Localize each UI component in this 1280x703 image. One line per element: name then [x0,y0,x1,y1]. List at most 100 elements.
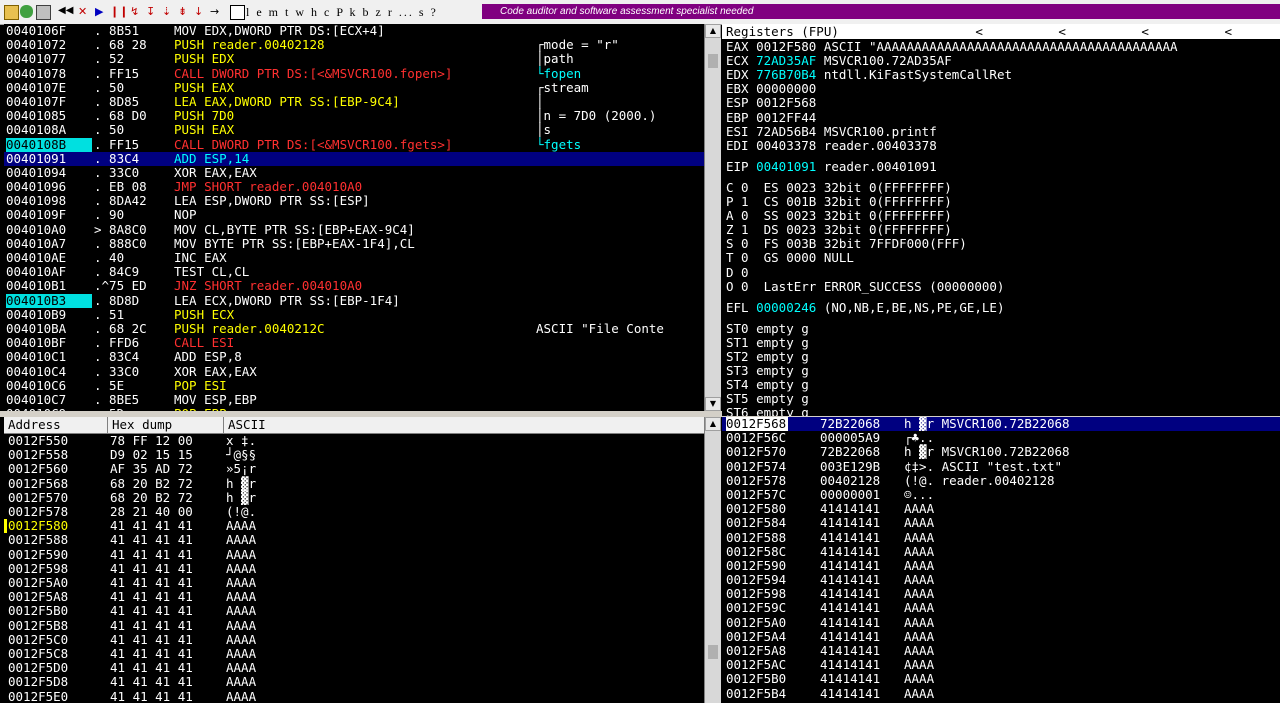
dump-ascii[interactable]: AAAA [226,547,256,562]
dump-address[interactable]: 0012F5D0 [8,660,68,675]
dump-address[interactable]: 0012F5A0 [8,575,68,590]
register-line[interactable]: EFL 00000246 (NO,NB,E,BE,NS,PE,GE,LE) [726,300,1004,315]
stack-row[interactable]: 0012F58C 41414141 AAAA [722,544,1280,559]
dump-ascii[interactable]: x ‡. [226,433,256,448]
dump-ascii[interactable]: (!@. [226,504,256,519]
stack-row[interactable]: 0012F574 003E129B ¢‡>. ASCII "test.txt" [722,459,1280,474]
dump-ascii[interactable]: AAAA [226,675,256,689]
dump-ascii[interactable]: AAAA [226,533,256,547]
dump-address[interactable]: 0012F578 [8,504,68,519]
execute-till-return-icon[interactable]: ↓ [194,5,207,18]
dump-ascii[interactable]: AAAA [226,604,256,618]
register-line[interactable]: ST5 empty g [726,392,809,406]
stack-row[interactable]: 0012F598 41414141 AAAA [722,587,1280,601]
register-line[interactable]: ST6 empty g [726,406,809,416]
disasm-row[interactable]: 004010B1 .^75 ED JNZ SHORT reader.004010A0 [4,279,704,293]
disasm-row[interactable]: 004010C6 . 5E POP ESI [4,378,704,393]
dump-address[interactable]: 0012F5A8 [8,589,68,604]
window-shortcut-letters[interactable]: l e m t w h c P k b z r ... s ? [246,5,438,20]
open-folder-icon[interactable] [4,5,19,20]
dump-hex[interactable]: 41 41 41 41 [110,646,193,661]
dump-address[interactable]: 0012F5D8 [8,675,68,689]
stack-row[interactable]: 0012F594 41414141 AAAA [722,572,1280,587]
disasm-row[interactable]: 0040107F . 8D85 LEA EAX,DWORD PTR SS:[EBP-… [4,94,704,109]
dump-hex[interactable]: 41 41 41 41 [110,589,193,604]
registers-title-bar[interactable]: Registers (FPU) < < < < [722,24,1280,39]
stack-row[interactable]: 0012F57C 00000001 ☺... [722,487,1280,502]
dump-ascii[interactable]: AAAA [226,589,256,604]
dump-ascii[interactable]: h ▓r [226,476,256,491]
stack-pane[interactable]: 0012F568 72B22068 h ▓r MSVCR100.72B22068 00… [722,417,1280,703]
rewind-icon[interactable]: ◀◀ [58,5,73,18]
dump-header-ascii[interactable]: ASCII [224,417,704,433]
dump-address[interactable]: 0012F5C8 [8,646,68,661]
dump-ascii[interactable]: ┘@§§ [226,447,256,462]
scroll-down-icon[interactable]: ▼ [705,397,721,411]
register-line[interactable]: EBX 00000000 [726,82,816,96]
register-line[interactable]: A 0 SS 0023 32bit 0(FFFFFFFF) [726,209,952,223]
dump-ascii[interactable]: »5¡r [226,462,256,476]
go-to-icon[interactable]: → [210,5,223,18]
register-line[interactable]: ST3 empty g [726,364,809,378]
dump-ascii[interactable]: AAAA [226,518,256,533]
disasm-row[interactable]: 00401072 . 68 28 PUSH reader.00402128 ┌mode… [4,37,704,52]
dump-hex[interactable]: 41 41 41 41 [110,604,193,618]
close-debug-icon[interactable] [36,5,51,20]
stack-row[interactable]: 0012F588 41414141 AAAA [722,530,1280,545]
stack-row[interactable]: 0012F59C 41414141 AAAA [722,601,1280,615]
dump-hex[interactable]: 68 20 B2 72 [110,476,193,491]
stack-row[interactable]: 0012F584 41414141 AAAA [722,516,1280,530]
register-line[interactable]: ST1 empty g [726,335,809,350]
registers-nav-arrows[interactable]: < < < < [975,24,1266,39]
disasm-row[interactable]: 004010BA . 68 2C PUSH reader.0040212C ASCII… [4,321,704,336]
disasm-row[interactable]: 00401078 . FF15 CALL DWORD PTR DS:[<&MSVCR… [4,66,704,81]
stack-row[interactable]: 0012F590 41414141 AAAA [722,558,1280,573]
disasm-row[interactable]: 004010AF . 84C9 TEST CL,CL [4,264,704,279]
disasm-row[interactable]: 0040107E . 50 PUSH EAX ┌stream [4,80,704,95]
trace-over-icon[interactable]: ⇟ [178,5,191,18]
disasm-row[interactable]: 004010BF . FFD6 CALL ESI [4,335,704,350]
disasm-row[interactable]: 0040108B. FF15 CALL DWORD PTR DS:[<&MSVCR… [4,137,704,152]
dump-ascii[interactable]: h ▓r [226,490,256,505]
stack-row[interactable]: 0012F580 41414141 AAAA [722,501,1280,516]
register-line[interactable]: EAX 0012F580 ASCII "AAAAAAAAAAAAAAAAAAAA… [726,40,1178,54]
dump-address[interactable]: 0012F5B0 [8,604,68,618]
stack-row[interactable]: 0012F5B0 41414141 AAAA [722,672,1280,686]
dump-address[interactable]: 0012F5B8 [8,618,68,633]
dump-hex[interactable]: 41 41 41 41 [110,660,193,675]
disasm-row[interactable]: 00401094 . 33C0 XOR EAX,EAX [4,165,704,180]
disassembly-scrollbar[interactable]: ▲ ▼ [704,24,721,411]
dump-ascii[interactable]: AAAA [226,689,256,703]
dump-hex[interactable]: 68 20 B2 72 [110,490,193,505]
dump-address[interactable]: 0012F5C0 [8,632,68,647]
dump-address[interactable]: 0012F550 [8,433,68,448]
dump-ascii[interactable]: AAAA [226,618,256,633]
disasm-row[interactable]: 004010C4 . 33C0 XOR EAX,EAX [4,364,704,379]
dump-hex[interactable]: 41 41 41 41 [110,547,193,562]
dump-ascii[interactable]: AAAA [226,646,256,661]
dump-hex[interactable]: 28 21 40 00 [110,504,193,519]
dump-hex[interactable]: 41 41 41 41 [110,689,193,703]
register-line[interactable]: EIP 00401091 reader.00401091 [726,159,937,174]
dump-header-address[interactable]: Address [4,417,108,433]
register-line[interactable]: EBP 0012FF44 [726,110,816,125]
register-line[interactable]: S 0 FS 003B 32bit 7FFDF000(FFF) [726,237,967,251]
dump-hex[interactable]: AF 35 AD 72 [110,462,193,476]
disasm-row[interactable]: 004010B3. 8D8D LEA ECX,DWORD PTR SS:[EBP-… [4,293,704,308]
registers-pane[interactable]: Registers (FPU) < < < < EAX 0012F580 ASC… [722,24,1280,416]
register-line[interactable]: EDX 776B70B4 ntdll.KiFastSystemCallRet [726,68,1012,82]
register-line[interactable]: ST2 empty g [726,350,809,364]
stop-icon[interactable]: ✕ [78,5,91,18]
dump-address[interactable]: 0012F568 [8,476,68,491]
disasm-row[interactable]: 0040108A . 50 PUSH EAX │s [4,123,704,137]
log-window-icon[interactable] [230,5,245,20]
stack-row[interactable]: 0012F578 00402128 (!@. reader.00402128 [722,473,1280,488]
step-over-icon[interactable]: ↧ [146,5,159,18]
dump-ascii[interactable]: AAAA [226,575,256,590]
step-into-icon[interactable]: ↯ [130,5,143,18]
disasm-row[interactable]: 004010C7 . 8BE5 MOV ESP,EBP [4,392,704,407]
dump-address[interactable]: 0012F558 [8,447,68,462]
register-line[interactable]: ESI 72AD56B4 MSVCR100.printf [726,124,937,139]
dump-hex[interactable]: 41 41 41 41 [110,533,193,547]
stack-row[interactable]: 0012F5B4 41414141 AAAA [722,686,1280,701]
